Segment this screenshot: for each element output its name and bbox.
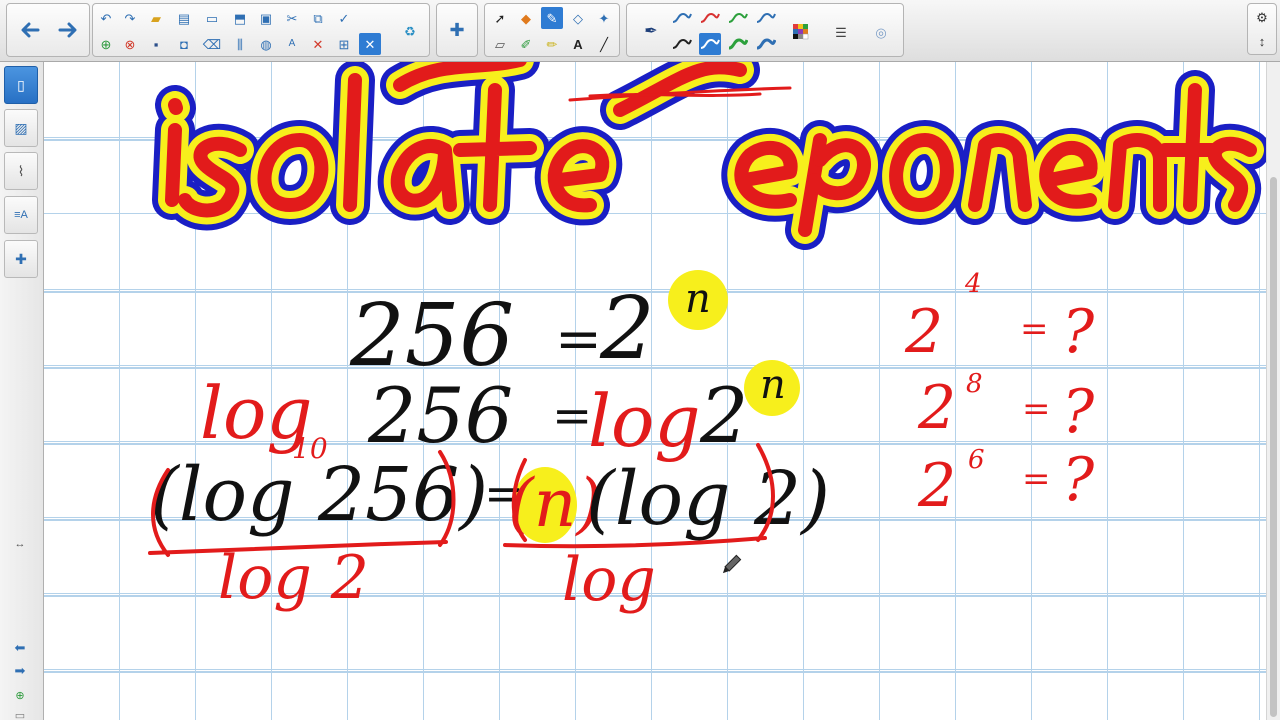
- denominator-left: log 2: [218, 543, 369, 613]
- line-style-icon[interactable]: [699, 33, 721, 55]
- eq2-left: 256: [367, 371, 513, 460]
- page-sorter-icon[interactable]: ▯: [4, 66, 38, 104]
- line-style-icon[interactable]: [727, 33, 749, 55]
- delete-page-icon[interactable]: ⊗: [119, 33, 141, 55]
- line-style-icon[interactable]: [671, 7, 693, 29]
- eq2-base: 2: [699, 371, 748, 460]
- gear-icon[interactable]: ⚙: [1251, 6, 1273, 28]
- web-icon[interactable]: ◍: [255, 33, 277, 55]
- line-style-icon[interactable]: [699, 7, 721, 29]
- forward-arrow-icon[interactable]: ➡: [11, 662, 29, 680]
- clear-ink-icon[interactable]: ⌫: [201, 33, 223, 55]
- vertical-scrollbar[interactable]: [1266, 62, 1280, 720]
- resize-handle-icon[interactable]: ↔: [11, 535, 29, 553]
- line-style-icon[interactable]: [671, 33, 693, 55]
- color-palette-icon[interactable]: [787, 18, 815, 46]
- eq1-exponent: n: [685, 276, 711, 322]
- forward-arrow-icon[interactable]: [51, 8, 85, 52]
- table-cells-icon[interactable]: ⫼: [229, 33, 251, 55]
- eq3-left: (log 256): [150, 452, 488, 538]
- line-style-icon[interactable]: [755, 33, 777, 55]
- highlighter-eraser-icon[interactable]: ◇: [567, 7, 589, 29]
- eq3-right: (log 2): [586, 456, 830, 542]
- shapes-icon[interactable]: ◆: [515, 7, 537, 29]
- back-arrow-icon[interactable]: ⬅: [11, 639, 29, 657]
- pen-icon[interactable]: ✎: [541, 7, 563, 29]
- magic-pen-icon[interactable]: ✦: [593, 7, 615, 29]
- spellcheck-icon[interactable]: ✓: [333, 7, 355, 29]
- side-row1-base: 2: [904, 297, 943, 367]
- scroll-thumb[interactable]: [1270, 177, 1277, 717]
- addons-icon[interactable]: ✚: [4, 240, 38, 278]
- properties-icon[interactable]: ≡A: [4, 196, 38, 234]
- text-tool-icon[interactable]: A: [567, 33, 589, 55]
- line-style-icon[interactable]: [755, 7, 777, 29]
- side-row3-q: ?: [1062, 445, 1095, 515]
- nav-group: [6, 3, 90, 57]
- recycle-icon[interactable]: ♻: [399, 20, 421, 42]
- file-tools-group: ↶ ↷ ▰ ▤ ▭ ⬒ ▣ ✂ ⧉ ✓ ♻ ⊕ ⊗ ▪ ◘ ⌫ ⫼ ◍ A ✕ …: [92, 3, 430, 57]
- pen-effects-icon[interactable]: ◎: [867, 18, 895, 46]
- addon-group: ✚: [436, 3, 478, 57]
- side-row2-eq: =: [1022, 389, 1051, 429]
- delete-page-icon[interactable]: ▭: [11, 706, 29, 724]
- add-page-icon[interactable]: ⊕: [11, 686, 29, 704]
- eq2-equals: =: [552, 388, 592, 444]
- eq1-equals: =: [555, 307, 602, 372]
- line-width-icon[interactable]: ☰: [827, 18, 855, 46]
- open-folder-icon[interactable]: ▰: [145, 7, 167, 29]
- paste-icon[interactable]: ⧉: [307, 7, 329, 29]
- gallery-icon[interactable]: ▨: [4, 109, 38, 147]
- new-page-icon[interactable]: ⊕: [95, 33, 117, 55]
- attachments-icon[interactable]: ⌇: [4, 152, 38, 190]
- side-row3-base: 2: [917, 451, 956, 521]
- screen-shade-icon[interactable]: ▭: [201, 7, 223, 29]
- toolbar: ↶ ↷ ▰ ▤ ▭ ⬒ ▣ ✂ ⧉ ✓ ♻ ⊕ ⊗ ▪ ◘ ⌫ ⫼ ◍ A ✕ …: [0, 0, 1280, 62]
- pen-icon[interactable]: ✒: [637, 18, 665, 46]
- select-arrow-icon[interactable]: ➚: [489, 7, 511, 29]
- eq1-base: 2: [599, 279, 655, 379]
- text-format-icon[interactable]: A: [281, 33, 303, 55]
- eq2-log-right: log: [588, 379, 700, 463]
- back-arrow-icon[interactable]: [13, 8, 47, 52]
- fill-icon[interactable]: ✏: [541, 33, 563, 55]
- side-row3-exp: 6: [968, 445, 985, 475]
- insert-page-icon[interactable]: ▤: [173, 7, 195, 29]
- insert-table-icon[interactable]: ⊞: [333, 33, 355, 55]
- settings-group: ⚙ ↕: [1247, 3, 1277, 55]
- side-row2-q: ?: [1062, 377, 1095, 447]
- undo-icon[interactable]: ↶: [95, 7, 117, 29]
- side-row1-exp: 4: [964, 269, 982, 299]
- side-row2-base: 2: [917, 373, 956, 443]
- eq2-exponent: n: [760, 362, 786, 408]
- delete-icon[interactable]: ✕: [307, 33, 329, 55]
- puzzle-icon[interactable]: ✚: [440, 8, 474, 52]
- draw-tools-group: ➚ ◆ ✎ ◇ ✦ ▱ ✐ ✏ A ╱: [484, 3, 620, 57]
- line-style-icon[interactable]: [727, 7, 749, 29]
- line-tool-icon[interactable]: ╱: [593, 33, 615, 55]
- eraser-icon[interactable]: ▱: [489, 33, 511, 55]
- pen-style-group: ✒ ☰ ◎: [626, 3, 904, 57]
- cut-icon[interactable]: ✂: [281, 7, 303, 29]
- screen-capture-icon[interactable]: ◘: [173, 33, 195, 55]
- ink-layer: 256 = 2 n log 10 256 = log 2 n (log 256)…: [44, 62, 1266, 720]
- creative-pen-icon[interactable]: ✐: [515, 33, 537, 55]
- side-row3-eq: =: [1022, 459, 1051, 499]
- save-icon[interactable]: ▪: [145, 33, 167, 55]
- whiteboard-canvas[interactable]: 256 = 2 n log 10 256 = log 2 n (log 256)…: [44, 62, 1266, 720]
- page-capture-icon[interactable]: ⬒: [229, 7, 251, 29]
- denominator-right: log: [562, 545, 656, 615]
- redo-icon[interactable]: ↷: [119, 7, 141, 29]
- updown-arrow-icon[interactable]: ↕: [1251, 30, 1273, 52]
- side-row2-exp: 8: [966, 369, 983, 399]
- side-tabs: ▯ ▨ ⌇ ≡A ✚ ↔ ⬅ ➡ ⊕ ▭: [0, 62, 44, 722]
- document-camera-icon[interactable]: ▣: [255, 7, 277, 29]
- close-box-icon[interactable]: ✕: [359, 33, 381, 55]
- side-row1-q: ?: [1062, 297, 1095, 367]
- side-row1-eq: =: [1020, 309, 1049, 349]
